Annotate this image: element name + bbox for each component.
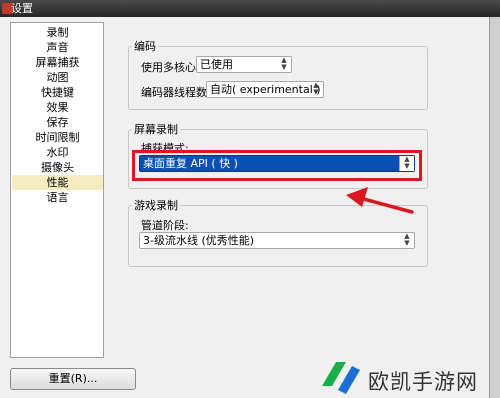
title-bar: 设置 <box>0 0 500 17</box>
sidebar-item-screen-capture[interactable]: 屏幕捕获 <box>12 55 103 70</box>
game-recording-group-title: 游戏录制 <box>132 197 180 213</box>
pipeline-stage-label: 管道阶段: <box>141 219 189 232</box>
sidebar-item-hotkeys[interactable]: 快捷键 <box>12 85 103 100</box>
dropdown-arrow-icon: ▲ ▼ <box>313 81 319 96</box>
sidebar-item-record[interactable]: 录制 <box>12 25 103 40</box>
encoder-threads-value: 自动( experimental ) <box>210 83 321 96</box>
sidebar-item-watermark[interactable]: 水印 <box>12 145 103 160</box>
pipeline-stage-select[interactable]: 3-级流水线 (优秀性能) ▲ ▼ <box>139 232 415 249</box>
window-title: 设置 <box>11 2 33 15</box>
highlight-box <box>132 150 422 181</box>
encoding-group-title: 编码 <box>132 38 158 54</box>
sidebar-item-save[interactable]: 保存 <box>12 115 103 130</box>
window-edge <box>489 17 500 398</box>
reset-button[interactable]: 重置(R)... <box>10 368 136 390</box>
sidebar-item-time-limit[interactable]: 时间限制 <box>12 130 103 145</box>
sidebar-item-performance[interactable]: 性能 <box>12 175 103 190</box>
logo-icon <box>322 362 360 394</box>
dropdown-arrow-icon: ▲ ▼ <box>404 232 410 247</box>
sidebar-item-sound[interactable]: 声音 <box>12 40 103 55</box>
sidebar-item-gif[interactable]: 动图 <box>12 70 103 85</box>
multicore-label: 使用多核心: <box>141 61 200 74</box>
pipeline-stage-value: 3-级流水线 (优秀性能) <box>143 234 255 247</box>
sidebar-item-webcam[interactable]: 摄像头 <box>12 160 103 175</box>
sidebar-item-language[interactable]: 语言 <box>12 190 103 205</box>
watermark-text: 欧凯手游网 <box>368 370 478 394</box>
encoder-threads-select[interactable]: 自动( experimental ) ▲ ▼ <box>206 81 324 98</box>
encoder-threads-label: 编码器线程数: <box>141 86 211 99</box>
dropdown-arrow-icon: ▲ ▼ <box>281 56 287 71</box>
multicore-value: 已使用 <box>200 58 233 71</box>
screen-recording-group-title: 屏幕录制 <box>132 121 180 137</box>
multicore-select[interactable]: 已使用 ▲ ▼ <box>196 56 292 73</box>
sidebar: 录制 声音 屏幕捕获 动图 快捷键 效果 保存 时间限制 水印 摄像头 性能 语… <box>10 22 104 358</box>
sidebar-item-effects[interactable]: 效果 <box>12 100 103 115</box>
